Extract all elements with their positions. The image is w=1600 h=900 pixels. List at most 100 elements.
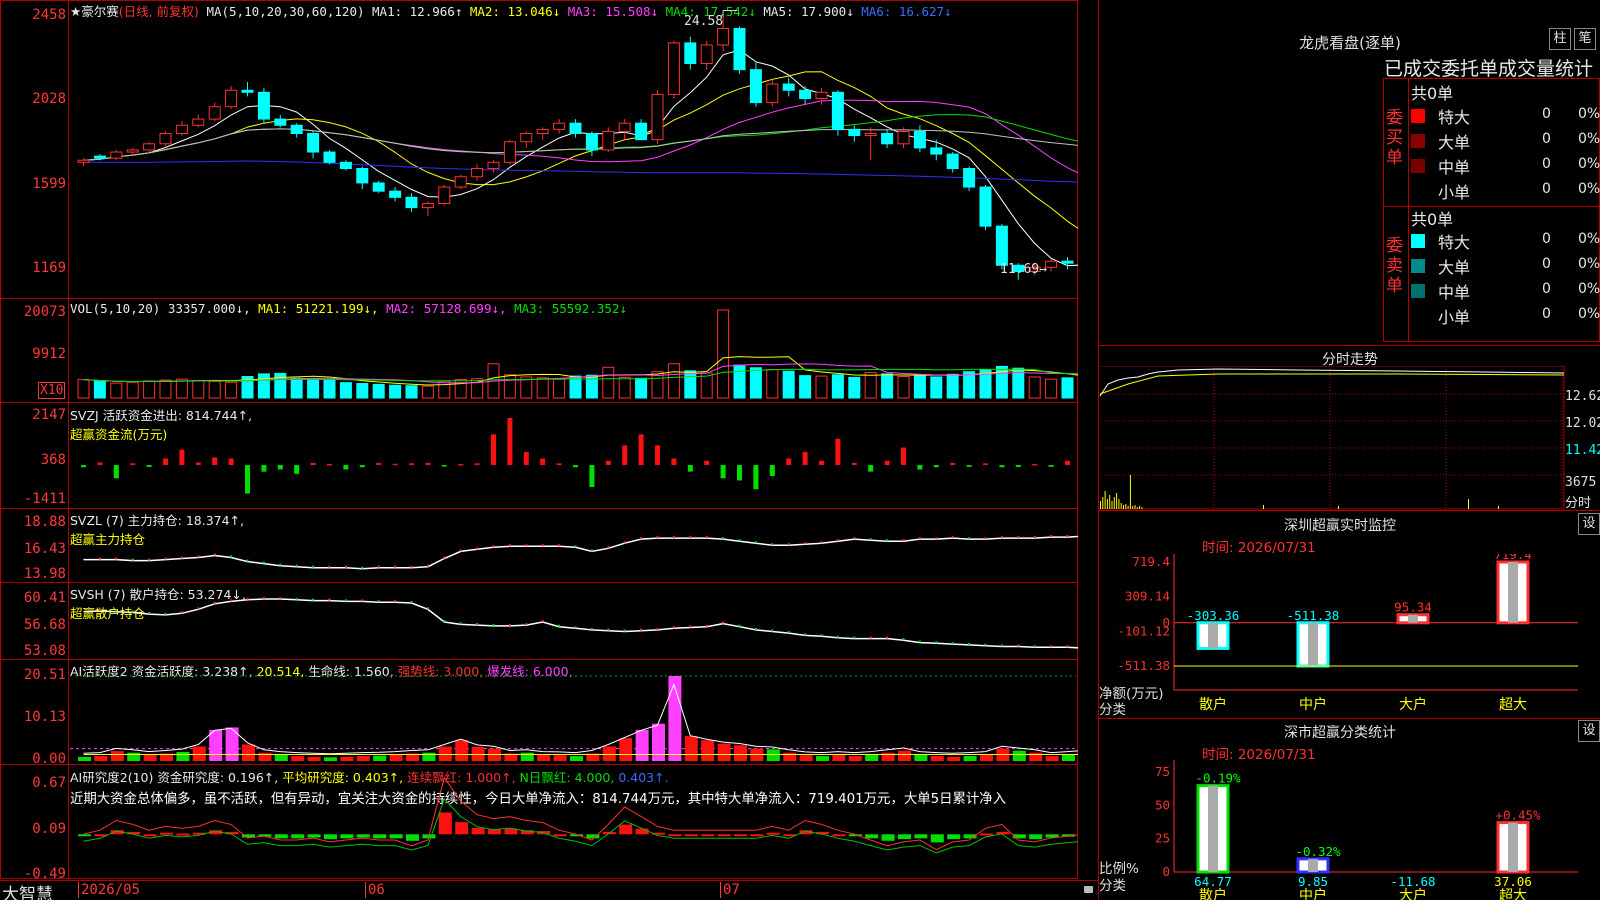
fund-flow-bar (720, 465, 726, 479)
volume-bar (1061, 377, 1074, 399)
intraday-vol-bar (1123, 505, 1124, 509)
fund-flow-bar (655, 445, 660, 466)
volume-bar (339, 382, 352, 399)
activity-bar (78, 756, 91, 761)
sell-row-3-count: 0 (1542, 306, 1551, 322)
holding-tick (820, 634, 823, 637)
volume-bar (618, 376, 631, 399)
holding-tick (508, 623, 511, 626)
research-bar (291, 834, 305, 839)
fund-flow-bar (622, 445, 628, 466)
sz-class-settings-button[interactable]: 设 (1578, 720, 1600, 742)
holding-tick (853, 636, 856, 639)
research-bar (996, 831, 1010, 835)
buy-row-1-percent: 0% (1578, 131, 1600, 147)
holding-tick (590, 549, 593, 552)
volume-bar (93, 380, 106, 399)
fund-flow-bar (474, 463, 480, 466)
research-bar (389, 834, 403, 839)
research-bar (553, 834, 567, 837)
candlestick (651, 93, 664, 141)
activity-bar (291, 756, 305, 761)
holding-tick (787, 543, 790, 546)
stock-chart-svg[interactable] (0, 0, 1078, 880)
activity-bar (963, 756, 977, 761)
holding-tick (1033, 645, 1036, 648)
fund-flow-bar (392, 463, 398, 466)
intraday-chart-svg[interactable] (1098, 366, 1600, 511)
fund-flow-bar (228, 458, 234, 466)
volume-bar (684, 370, 697, 399)
holding-tick (180, 556, 183, 559)
tick-mode-button[interactable]: 笔 (1574, 28, 1596, 50)
sz-class-change-label: -0.19% (1195, 771, 1241, 786)
fund-flow-bar (327, 463, 332, 466)
buy-row-3-count: 0 (1542, 181, 1551, 197)
candlestick (175, 124, 188, 134)
lock-icon[interactable] (1084, 886, 1093, 893)
activity-bar (553, 755, 567, 761)
brand-logo[interactable]: 大智慧 (2, 880, 53, 900)
sell-row-3-percent: 0% (1578, 306, 1600, 322)
buy-row-2-label: 中单 (1438, 158, 1471, 177)
candlestick (110, 151, 123, 159)
sz-monitor-category: 超大 (1499, 697, 1527, 713)
holding-tick (804, 542, 807, 545)
sz-monitor-settings-button[interactable]: 设 (1578, 513, 1600, 535)
candlestick (749, 69, 762, 104)
activity-bar (258, 752, 272, 761)
activity-bar (717, 743, 731, 761)
activity-bar (766, 749, 780, 761)
volume-bar (1028, 376, 1041, 399)
intraday-vol-bar (1136, 507, 1138, 509)
holding-tick (656, 536, 659, 539)
holding-tick (640, 537, 643, 540)
research-bar (619, 824, 633, 835)
activity-bar (684, 736, 698, 761)
sz-monitor-category: 中户 (1299, 696, 1327, 713)
sz-monitor-value-label: -303.36 (1187, 608, 1240, 623)
fund-flow-bar (704, 460, 710, 466)
candlestick (881, 132, 894, 145)
sz-monitor-category: 大户 (1399, 696, 1427, 713)
holding-tick (672, 626, 675, 629)
holding-tick (230, 555, 233, 558)
sz-class-category: 散户 (1199, 887, 1227, 900)
candlestick (700, 44, 713, 64)
holding-tick (476, 623, 479, 626)
holding-tick (262, 597, 265, 600)
fund-flow-bar (491, 434, 496, 466)
holding-tick (262, 561, 265, 564)
intraday-vol-bar (1134, 505, 1136, 509)
activity-bar (848, 756, 862, 761)
holding-tick (574, 545, 577, 548)
holding-tick (869, 538, 872, 541)
fund-flow-bar (671, 458, 677, 466)
sell-orders-label: 委卖单 (1386, 236, 1403, 296)
sz-class-value-label: 37.06 (1494, 874, 1532, 889)
research-bar (324, 834, 337, 840)
volume-bar (208, 380, 221, 399)
fund-flow-bar (179, 449, 185, 466)
activity-bar (734, 745, 747, 761)
fund-flow-bar (1015, 465, 1021, 468)
lhb-tabs[interactable]: 已成交委托单成交量统计 (1384, 54, 1600, 81)
candlestick (1061, 260, 1074, 264)
holding-tick (246, 559, 249, 562)
fund-flow-bar (245, 465, 250, 494)
candlestick (356, 168, 369, 184)
holding-tick (541, 619, 544, 622)
bar-mode-button[interactable]: 柱 (1549, 28, 1571, 50)
holding-tick (525, 623, 528, 626)
fund-flow-bar (835, 438, 841, 466)
activity-bar (701, 740, 715, 761)
fund-flow-bar (950, 462, 956, 466)
holding-tick (230, 599, 233, 602)
sz-class-chart: 75 50 25 0 -0.19% 64.77散户 -0.32% 9.85中户 -11.68大户… (1155, 760, 1578, 900)
holding-tick (115, 609, 118, 612)
sz-class-change-label: -0.32% (1295, 844, 1341, 859)
holding-tick (902, 539, 905, 542)
fund-flow-bar (81, 465, 86, 468)
buy-orders-label: 委买单 (1386, 108, 1403, 168)
activity-bar (1012, 750, 1026, 761)
